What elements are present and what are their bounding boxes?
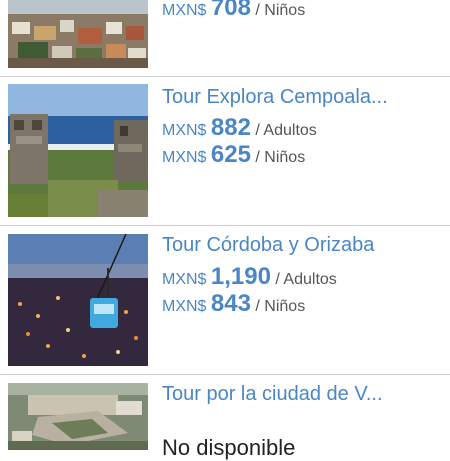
currency-label: MXN$ [162, 122, 207, 139]
tour-thumbnail[interactable] [8, 383, 148, 450]
child-price: MXN$ 708 / Niños [162, 0, 305, 22]
tour-title[interactable]: Tour Explora Cempoala... [162, 86, 388, 109]
price-amount: 882 [210, 114, 251, 141]
child-price: MXN$ 843 / Niños [162, 290, 305, 318]
ruins-photo-image [8, 84, 148, 217]
cable-car-photo-image [8, 234, 148, 366]
list-item[interactable]: Tour por la ciudad de V... No disponible [0, 375, 450, 460]
currency-label: MXN$ [162, 298, 207, 315]
currency-label: MXN$ [162, 271, 207, 288]
tour-title[interactable]: Tour Córdoba y Orizaba [162, 234, 374, 257]
price-amount: 708 [210, 0, 251, 21]
price-type-label: / Niños [255, 298, 306, 315]
price-type-label: / Adultos [275, 271, 337, 288]
currency-label: MXN$ [162, 2, 207, 19]
child-price: MXN$ 625 / Niños [162, 141, 305, 169]
city-photo-image [8, 0, 148, 68]
tour-thumbnail[interactable] [8, 0, 148, 68]
availability-status: No disponible [162, 435, 296, 460]
tour-thumbnail[interactable] [8, 84, 148, 217]
adult-price: MXN$ 1,190 / Adultos [162, 263, 337, 291]
price-type-label: / Niños [255, 149, 306, 166]
tour-title[interactable]: Tour por la ciudad de V... [162, 383, 383, 406]
fort-photo-image [8, 383, 148, 450]
list-item[interactable]: Tour Córdoba y Orizaba MXN$ 1,190 / Adul… [0, 226, 450, 374]
list-item[interactable]: MXN$ 708 / Niños [0, 0, 450, 76]
adult-price: MXN$ 882 / Adultos [162, 114, 317, 142]
price-type-label: / Adultos [255, 122, 317, 139]
currency-label: MXN$ [162, 149, 207, 166]
price-amount: 843 [210, 290, 251, 317]
tour-thumbnail[interactable] [8, 234, 148, 366]
price-type-label: / Niños [255, 2, 306, 19]
price-amount: 1,190 [210, 263, 271, 290]
price-amount: 625 [210, 141, 251, 168]
list-item[interactable]: Tour Explora Cempoala... MXN$ 882 / Adul… [0, 77, 450, 225]
